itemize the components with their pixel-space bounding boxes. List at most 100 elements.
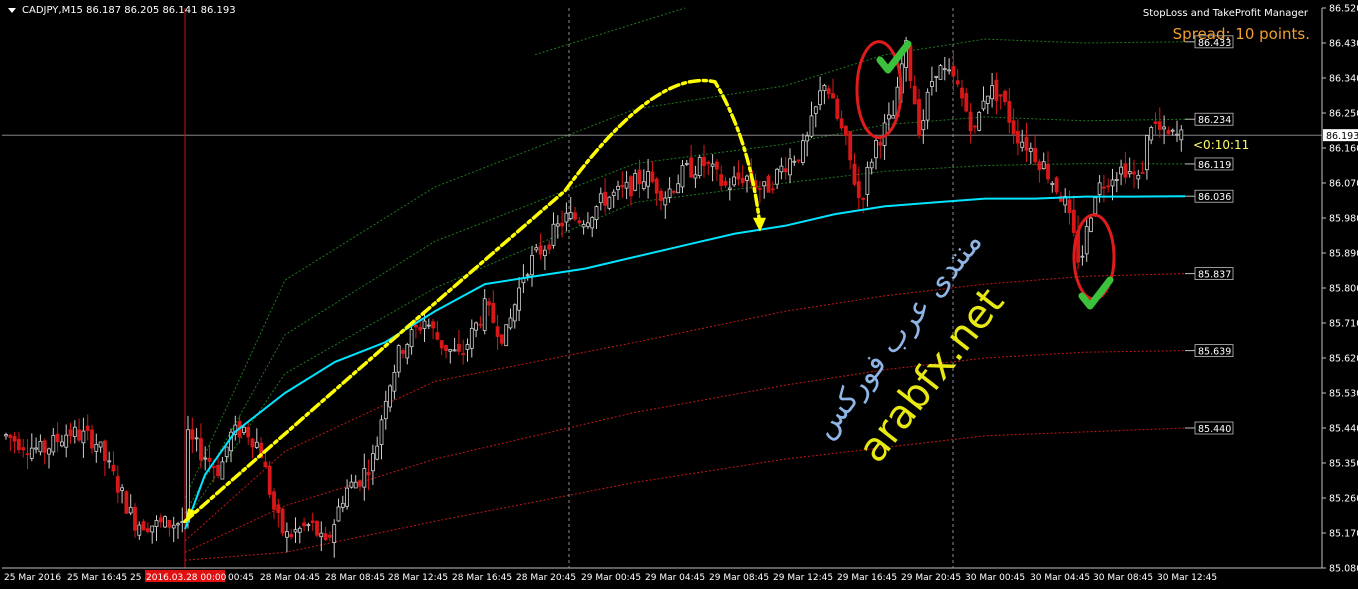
candle-body — [1054, 177, 1059, 193]
candle-body — [624, 181, 629, 189]
candle-body — [396, 345, 401, 373]
candle-body — [994, 79, 999, 101]
candle-body — [706, 161, 711, 165]
candle-body — [723, 180, 728, 186]
candle-body — [981, 100, 986, 110]
candle-body — [740, 177, 745, 184]
candle-body — [250, 438, 255, 448]
y-tick-label: 85.530 — [1329, 389, 1358, 400]
candle-body — [349, 481, 354, 488]
candle-body — [1020, 141, 1025, 148]
candle-body — [1033, 147, 1037, 163]
candle-body — [38, 440, 43, 453]
x-tick-label: 29 Mar 12:45 — [773, 573, 833, 583]
candle-body — [930, 81, 934, 87]
candle-body — [241, 426, 246, 433]
candle-body — [272, 491, 276, 510]
candle-body — [431, 321, 436, 329]
candle-body — [120, 487, 124, 491]
candle-body — [137, 524, 142, 536]
candle-body — [422, 320, 427, 329]
candle-body — [1024, 137, 1029, 151]
candle-body — [684, 162, 689, 165]
candle-body — [775, 168, 779, 185]
candle-body — [852, 163, 857, 185]
candle-body — [115, 476, 120, 493]
level-label: 85.440 — [1198, 424, 1231, 435]
x-tick-label: 28 Mar 12:45 — [388, 573, 448, 583]
candle-body — [942, 68, 947, 71]
candle-body — [680, 165, 685, 188]
candle-body — [848, 131, 853, 161]
candle-body — [783, 168, 788, 173]
candle-body — [555, 223, 560, 227]
candle-body — [51, 434, 56, 453]
candle-body — [1140, 172, 1145, 174]
collapse-triangle-icon[interactable] — [8, 7, 16, 13]
candle-body — [891, 115, 896, 119]
candle-body — [409, 329, 414, 348]
y-tick-label: 85.350 — [1329, 459, 1358, 470]
candle-body — [216, 464, 221, 477]
candle-body — [1050, 182, 1055, 185]
candle-body — [667, 188, 672, 198]
candle-body — [560, 222, 564, 227]
candle-body — [865, 166, 870, 195]
candle-body — [745, 175, 749, 181]
x-tick-label: 25 Mar 16:45 — [67, 573, 127, 583]
candle-body — [375, 445, 380, 460]
candle-body — [276, 504, 281, 513]
candle-body — [796, 159, 801, 162]
candle-body — [267, 465, 272, 495]
candle-body — [573, 212, 577, 220]
candle-body — [917, 99, 921, 136]
y-tick-label: 85.170 — [1329, 529, 1358, 540]
candle-body — [822, 85, 827, 91]
candle-body — [964, 93, 969, 112]
candle-body — [332, 524, 337, 543]
candle-body — [650, 171, 655, 183]
chart-canvas: 86.520 86.430 86.340 86.250 86.160 86.070 85.9… — [0, 0, 1358, 589]
candle-body — [186, 429, 190, 523]
candle-body — [16, 439, 21, 451]
candle-body — [955, 80, 960, 85]
candle-body — [861, 198, 865, 200]
candle-body — [379, 419, 384, 445]
candle-body — [418, 327, 423, 331]
y-tick-label: 85.440 — [1329, 424, 1358, 435]
candle-body — [818, 90, 822, 106]
candle-body — [1114, 178, 1119, 181]
candle-body — [770, 188, 775, 191]
candle-body — [1157, 121, 1162, 130]
candle-body — [1016, 130, 1020, 144]
candle-body — [874, 140, 878, 159]
level-label: 86.036 — [1198, 192, 1231, 203]
x-tick-label: 30 Mar 00:45 — [965, 573, 1025, 583]
candle-body — [439, 340, 444, 349]
candle-body — [207, 457, 212, 462]
candle-body — [128, 506, 133, 514]
candle-body — [72, 426, 77, 438]
candle-body — [629, 176, 633, 197]
candle-body — [94, 443, 99, 452]
candle-body — [977, 112, 982, 131]
candle-body — [1119, 166, 1123, 175]
candle-body — [792, 160, 797, 163]
candle-body — [323, 533, 328, 541]
candle-body — [8, 434, 13, 438]
candle-body — [1011, 120, 1016, 135]
candle-body — [203, 457, 208, 460]
candle-body — [246, 427, 251, 438]
candle-body — [124, 491, 129, 514]
y-tick-label: 86.250 — [1329, 109, 1358, 120]
current-price-label: 86.193 — [1326, 131, 1358, 142]
candle-body — [921, 120, 926, 131]
candle-body — [947, 69, 951, 72]
candle-body — [1046, 163, 1050, 180]
candle-body — [34, 447, 38, 450]
candle-body — [327, 534, 332, 538]
candle-body — [809, 115, 814, 137]
candle-body — [766, 175, 771, 193]
candle-body — [835, 98, 840, 119]
candle-body — [81, 430, 86, 444]
